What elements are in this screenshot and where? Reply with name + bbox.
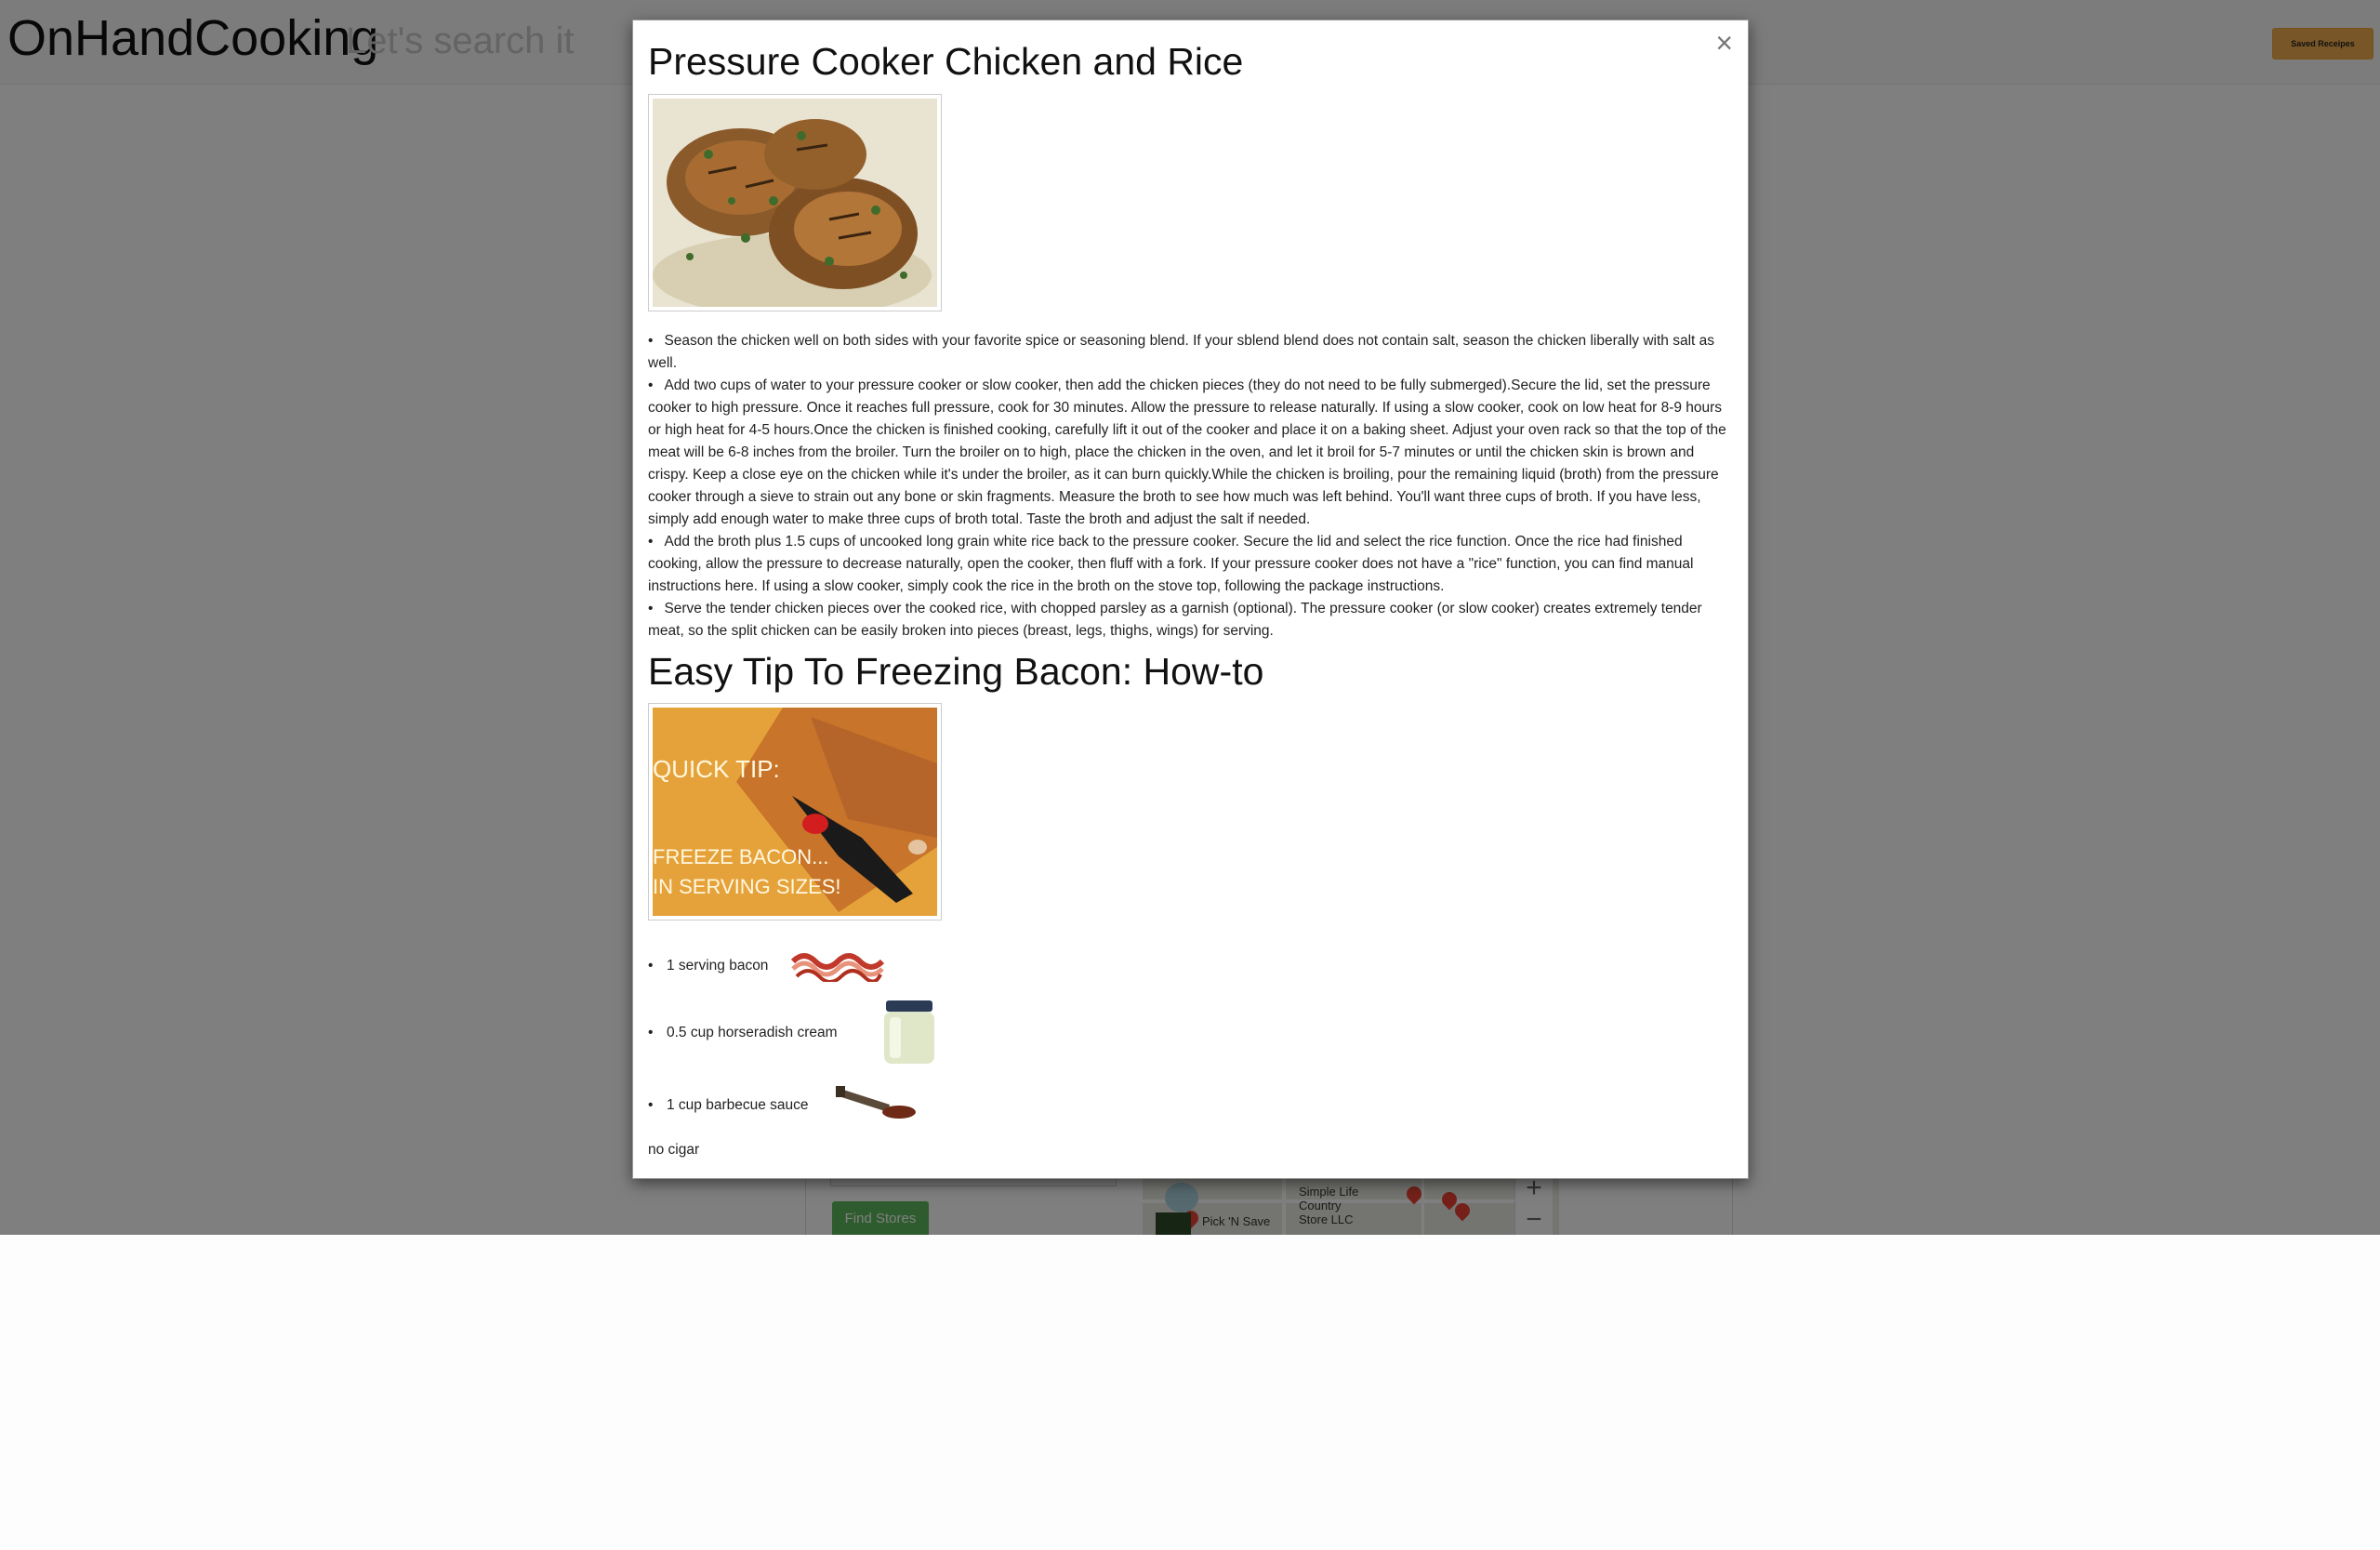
ingredient-text: 1 cup barbecue sauce [667,1097,809,1113]
ingredient-text: 0.5 cup horseradish cream [667,1025,838,1040]
ingredient-text: 1 serving bacon [667,958,769,974]
recipe-title: Easy Tip To Freezing Bacon: How-to [648,650,1264,693]
sauce-bottle-icon [836,1086,916,1119]
recipe-title: Pressure Cooker Chicken and Rice [648,40,1244,83]
bullet: • [648,958,654,974]
close-icon[interactable]: × [1715,26,1733,60]
recipe-modal: × Pressure Cooker Chicken and Rice • Sea… [632,20,1749,1179]
bullet: • [648,1025,654,1040]
jar-icon [884,1000,934,1064]
ingredient-item: • 1 cup barbecue sauce [648,1084,1113,1131]
footer-note: no cigar [648,1142,700,1158]
recipe-step: Add the broth plus 1.5 cups of uncooked … [648,531,1731,598]
ingredient-item: • 0.5 cup horseradish cream [648,1000,1113,1064]
bacon-icon [791,953,884,982]
roasted-chicken-image [648,94,942,317]
recipe-step: Season the chicken well on both sides wi… [648,330,1731,375]
image-text-quick-tip: QUICK TIP: [653,755,780,783]
recipe-step: Add two cups of water to your pressure c… [648,375,1731,531]
page-background: OnHandCooking Let's search it Saved Rece… [0,0,2380,1235]
quick-tip-bacon-image: QUICK TIP: FREEZE BACON... IN SERVING SI… [648,703,942,921]
recipe-steps-list: Season the chicken well on both sides wi… [648,330,1731,643]
ingredient-item: • 1 serving bacon [648,945,1113,991]
image-text-serving-sizes: IN SERVING SIZES! [653,875,841,898]
recipe-step: Serve the tender chicken pieces over the… [648,598,1731,643]
image-text-freeze-bacon: FREEZE BACON... [653,845,828,868]
quick-tip-bacon-photo: QUICK TIP: FREEZE BACON... IN SERVING SI… [653,708,937,916]
roasted-chicken-photo [653,99,937,317]
bullet: • [648,1097,654,1113]
